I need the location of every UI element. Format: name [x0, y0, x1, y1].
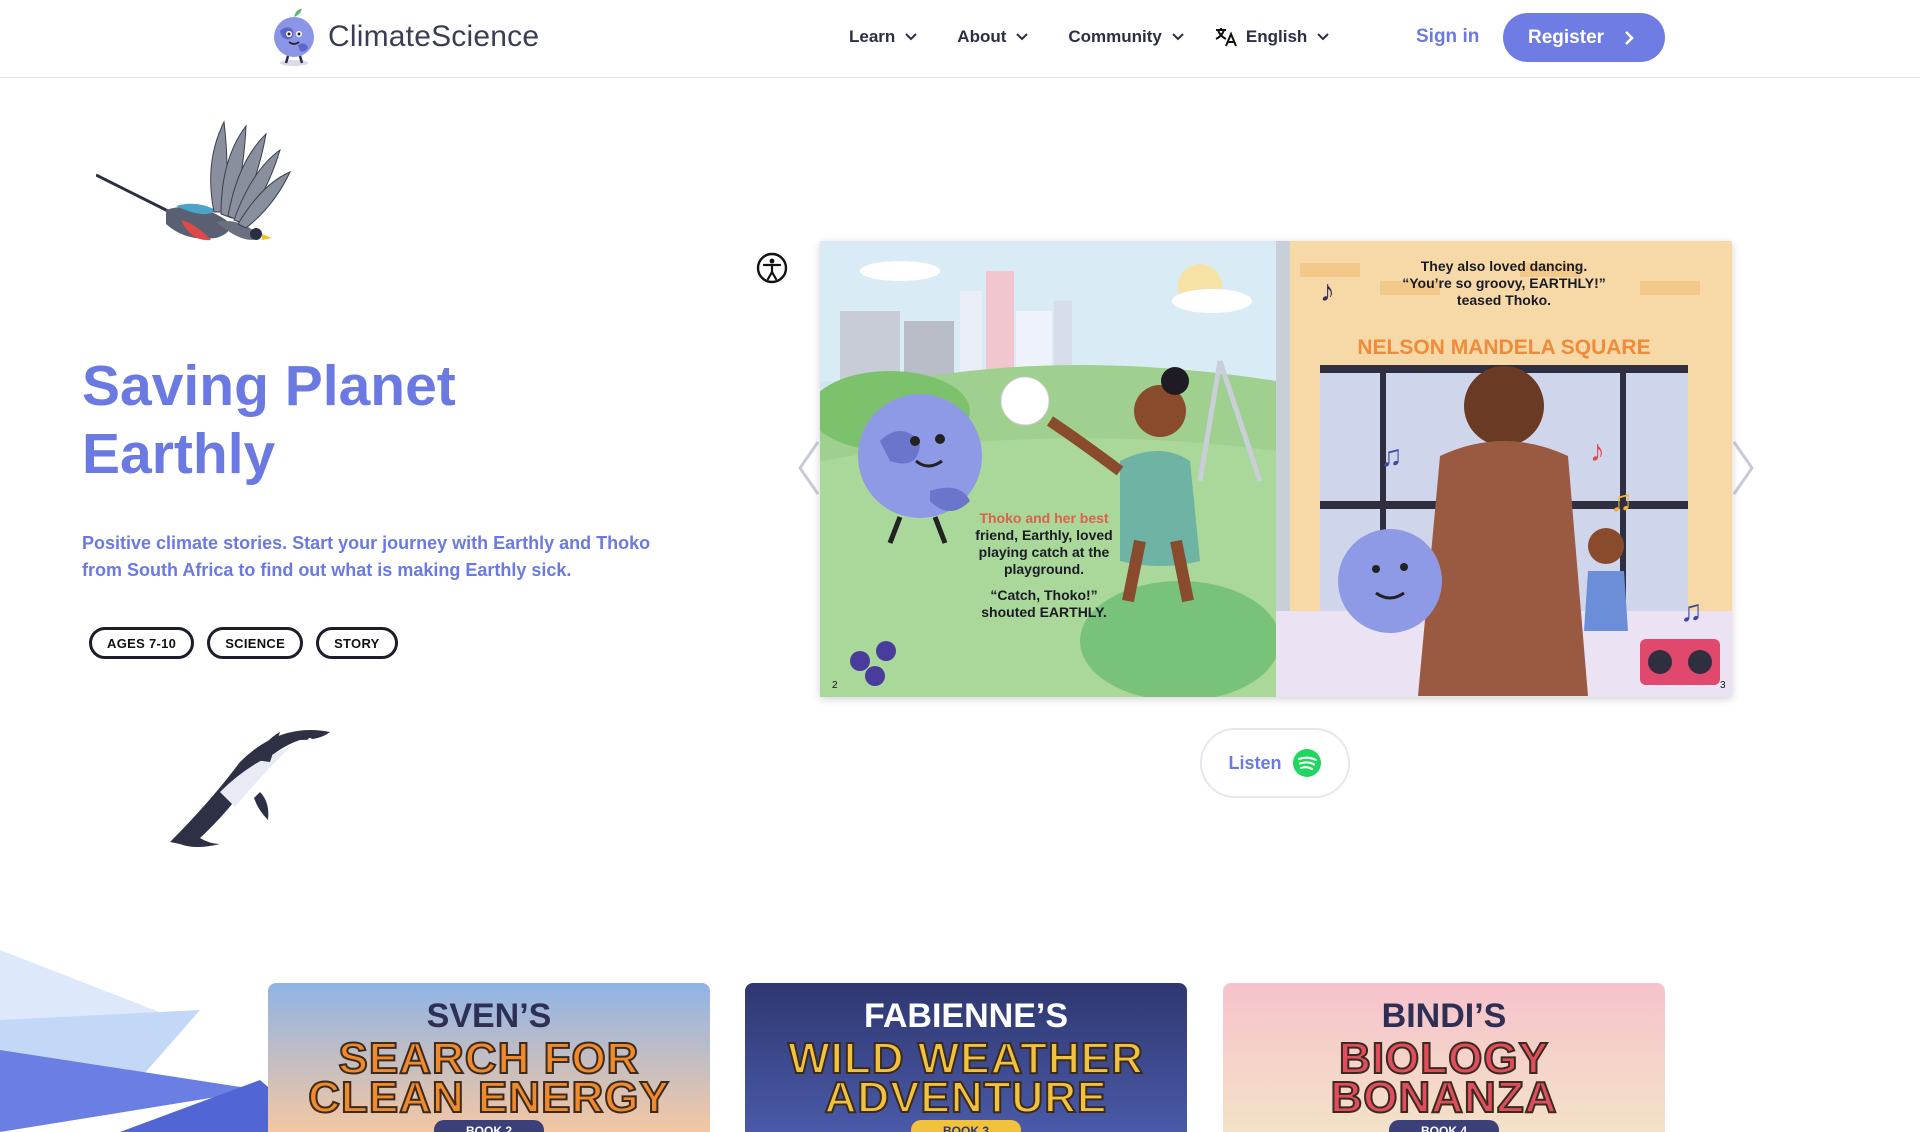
book-right-text-3: teased Thoko.	[1457, 292, 1551, 308]
language-label: English	[1245, 27, 1308, 46]
storybook-spread: Thoko and her best friend, Earthly, love…	[820, 241, 1732, 697]
hero-subtitle: Positive climate stories. Start your jou…	[82, 533, 651, 580]
nav-learn-label: Learn	[849, 27, 896, 46]
tag-ages[interactable]: AGES 7-10	[89, 627, 195, 659]
book-left-text-1: Thoko and her best	[979, 510, 1108, 526]
arrow-right-icon[interactable]	[1730, 440, 1756, 496]
chevron-down-icon	[1317, 33, 1330, 41]
tag-science[interactable]: SCIENCE	[207, 627, 304, 659]
svg-text:♪: ♪	[1320, 275, 1335, 308]
book-left-text-3: playing catch at the	[979, 544, 1110, 560]
spotify-icon	[1292, 749, 1321, 777]
svg-text:♪: ♪	[1590, 435, 1605, 468]
svg-text:♫: ♫	[1680, 595, 1703, 628]
card-title-line2: BONANZA	[1330, 1072, 1558, 1123]
chevron-down-icon	[905, 33, 918, 41]
book-left-text-2: friend, Earthly, loved	[975, 527, 1112, 543]
logo[interactable]: ClimateScience	[268, 6, 539, 68]
card-name: FABIENNE’S	[863, 997, 1069, 1035]
svg-text:♫: ♫	[1380, 440, 1403, 473]
chevron-right-icon	[1625, 30, 1634, 45]
card-title-line2: ADVENTURE	[824, 1072, 1108, 1123]
nav-community[interactable]: Community	[1068, 27, 1184, 47]
card-badge: BOOK 2	[434, 1120, 544, 1132]
tag-story[interactable]: STORY	[316, 627, 398, 659]
sign-in-link[interactable]: Sign in	[1416, 26, 1479, 48]
translate-icon	[1215, 28, 1237, 47]
book-left-page: Thoko and her best friend, Earthly, love…	[820, 241, 1280, 697]
listen-button[interactable]: Listen	[1200, 728, 1350, 798]
card-badge: BOOK 4	[1389, 1120, 1499, 1132]
hero-title-line1: Saving Planet	[82, 354, 456, 418]
svg-text:Thoko and her best: Thoko and her best	[979, 510, 1108, 526]
tag-list: AGES 7-10 SCIENCE STORY	[89, 627, 411, 659]
hero-title-line2: Earthly	[82, 422, 276, 486]
accessibility-icon[interactable]	[756, 252, 788, 284]
logo-icon	[274, 9, 314, 66]
book-left-text-4: playground.	[1004, 561, 1084, 577]
nav-learn[interactable]: Learn	[849, 27, 918, 47]
hero-title: Saving Planet Earthly	[82, 352, 682, 488]
book-left-page-no: 2	[832, 680, 838, 691]
book-sign: NELSON MANDELA SQUARE	[1357, 336, 1650, 359]
svg-text:♫: ♫	[1610, 485, 1633, 518]
book-card-fabienne[interactable]: FABIENNE’S WILD WEATHER ADVENTURE BOOK 3	[745, 983, 1187, 1132]
nav-about-label: About	[957, 27, 1007, 46]
main-nav: Learn About Community English	[849, 22, 1369, 52]
register-label: Register	[1528, 26, 1605, 48]
arrow-left-icon[interactable]	[796, 440, 822, 496]
register-button[interactable]: Register	[1503, 13, 1665, 62]
bird-illustration	[96, 120, 292, 241]
dolphin-illustration	[170, 730, 330, 847]
book-card-bindi[interactable]: BINDI’S BIOLOGY BONANZA BOOK 4	[1223, 983, 1665, 1132]
book-right-text-1: They also loved dancing.	[1421, 258, 1587, 274]
logo-text: ClimateScience	[328, 20, 540, 53]
book-left-quote-1: “Catch, Thoko!”	[990, 587, 1097, 603]
book-right-page-no: 3	[1720, 680, 1726, 691]
nav-about[interactable]: About	[957, 27, 1029, 47]
language-selector[interactable]: English	[1214, 26, 1330, 48]
book-card-sven[interactable]: SVEN’S SEARCH FOR CLEAN ENERGY BOOK 2	[268, 983, 710, 1132]
book-right-text-2: “You’re so groovy, EARTHLY!”	[1402, 275, 1606, 291]
book-left-quote-2: shouted EARTHLY.	[981, 604, 1107, 620]
listen-label: Listen	[1228, 752, 1282, 773]
card-name: SVEN’S	[426, 997, 552, 1035]
card-title-line2: CLEAN ENERGY	[307, 1072, 670, 1123]
chevron-down-icon	[1016, 33, 1029, 41]
book-right-page: They also loved dancing. “You’re so groo…	[1276, 241, 1732, 697]
card-name: BINDI’S	[1381, 997, 1507, 1035]
chevron-down-icon	[1172, 33, 1184, 41]
nav-community-label: Community	[1068, 27, 1162, 46]
site-header: ClimateScience Learn About Community Eng…	[0, 0, 1920, 78]
card-badge: BOOK 3	[911, 1120, 1021, 1132]
